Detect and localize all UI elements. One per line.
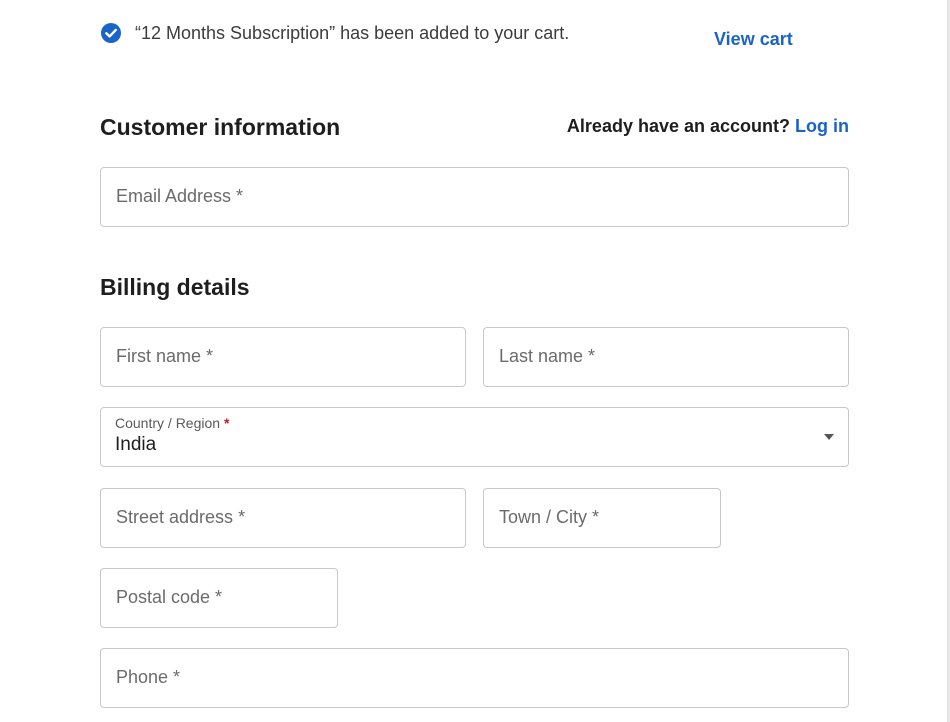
account-prompt-text: Already have an account? bbox=[566, 116, 790, 136]
town-city-placeholder: Town / City * bbox=[499, 507, 600, 527]
country-region-label: Country / Region * bbox=[115, 415, 229, 431]
country-region-label-text: Country / Region bbox=[115, 415, 221, 431]
street-address-field[interactable]: Street address * bbox=[100, 488, 466, 548]
email-placeholder: Email Address * bbox=[116, 186, 244, 206]
first-name-placeholder: First name * bbox=[116, 346, 214, 366]
chevron-down-icon bbox=[824, 434, 834, 440]
last-name-field[interactable]: Last name * bbox=[483, 327, 849, 387]
last-name-placeholder: Last name * bbox=[499, 346, 596, 366]
postal-code-field[interactable]: Postal code * bbox=[100, 568, 338, 628]
cart-notice-message: “12 Months Subscription” has been added … bbox=[135, 23, 570, 43]
phone-placeholder: Phone * bbox=[116, 667, 181, 687]
country-region-value: India bbox=[115, 434, 157, 455]
check-circle-icon bbox=[101, 23, 121, 43]
phone-field[interactable]: Phone * bbox=[100, 648, 849, 708]
first-name-field[interactable]: First name * bbox=[100, 327, 466, 387]
login-link[interactable]: Log in bbox=[795, 116, 849, 136]
postal-code-placeholder: Postal code * bbox=[116, 587, 223, 607]
account-prompt-line: Already have an account? Log in bbox=[567, 116, 849, 137]
town-city-field[interactable]: Town / City * bbox=[483, 488, 721, 548]
view-cart-link[interactable]: View cart bbox=[714, 29, 793, 50]
cart-notice: “12 Months Subscription” has been added … bbox=[100, 20, 800, 60]
email-field[interactable]: Email Address * bbox=[100, 167, 849, 227]
required-asterisk: * bbox=[223, 415, 230, 431]
customer-information-title: Customer information bbox=[100, 114, 341, 140]
country-region-select[interactable]: Country / Region * India bbox=[100, 407, 849, 467]
street-address-placeholder: Street address * bbox=[116, 507, 246, 527]
billing-details-title: Billing details bbox=[100, 274, 250, 300]
